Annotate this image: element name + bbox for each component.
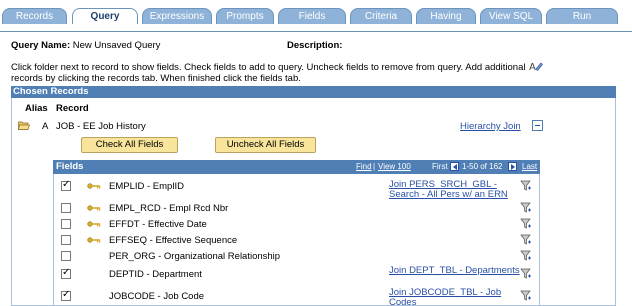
add-criteria-icon[interactable] [520, 180, 532, 192]
tab-records[interactable]: Records [2, 8, 67, 24]
key-icon [87, 205, 101, 211]
field-name: PER_ORG - Organizational Relationship [109, 251, 281, 262]
field-name: EFFDT - Effective Date [109, 219, 207, 230]
chosen-records-header: Chosen Records [11, 86, 616, 98]
table-row: JOBCODE - Job Code Join JOBCODE_TBL - Jo… [53, 288, 540, 306]
uncheck-all-fields-button[interactable]: Uncheck All Fields [215, 137, 316, 153]
record-name: JOB - EE Job History [56, 121, 146, 132]
field-name: EMPL_RCD - Empl Rcd Nbr [109, 203, 229, 214]
join-link[interactable]: Join PERS_SRCH_GBL - Search - All Pers w… [389, 180, 529, 200]
key-icon [87, 237, 101, 243]
field-name: EMPLID - EmplID [109, 181, 184, 192]
field-checkbox[interactable] [61, 267, 71, 279]
view-100-link[interactable]: View 100 [378, 160, 411, 174]
query-name-value: New Unsaved Query [72, 40, 161, 51]
key-icon [87, 183, 101, 189]
field-checkbox[interactable] [61, 289, 71, 301]
field-name: JOBCODE - Job Code [109, 291, 205, 302]
table-row: EFFDT - Effective Date [53, 216, 540, 232]
instructions-text: Click folder next to record to show fiel… [11, 62, 526, 84]
add-criteria-icon[interactable] [520, 202, 532, 214]
tab-prompts[interactable]: Prompts [216, 8, 274, 24]
previous-page-icon[interactable] [450, 162, 459, 171]
field-checkbox[interactable] [61, 251, 71, 261]
add-criteria-icon[interactable] [520, 234, 532, 246]
tab-criteria[interactable]: Criteria [350, 8, 412, 24]
field-name: DEPTID - Department [109, 269, 202, 280]
field-checkbox[interactable] [61, 219, 71, 229]
description-label: Description: [287, 40, 343, 51]
page-range: 1-50 of 162 [462, 162, 503, 171]
query-name-row: Query Name: New Unsaved Query [11, 40, 160, 51]
tab-expressions[interactable]: Expressions [142, 8, 212, 24]
find-link[interactable]: Find [356, 160, 372, 174]
join-link[interactable]: Join DEPT_TBL - Departments [389, 266, 529, 276]
tab-query[interactable]: Query [72, 8, 138, 24]
alias-column-header: Alias [25, 103, 48, 114]
check-all-fields-button[interactable]: Check All Fields [81, 137, 178, 153]
tab-view-sql[interactable]: View SQL [480, 8, 542, 24]
table-row: EFFSEQ - Effective Sequence [53, 232, 540, 248]
field-checkbox[interactable] [61, 235, 71, 245]
next-page-icon[interactable] [508, 162, 517, 171]
field-name: EFFSEQ - Effective Sequence [109, 235, 238, 246]
open-folder-icon[interactable] [18, 121, 30, 130]
tab-having[interactable]: Having [416, 8, 476, 24]
add-criteria-icon[interactable] [520, 290, 532, 302]
record-column-header: Record [56, 103, 89, 114]
tab-run[interactable]: Run [546, 8, 618, 24]
last-link[interactable]: Last [522, 160, 537, 174]
key-icon [87, 221, 101, 227]
tab-divider [0, 31, 632, 32]
record-alias: A [42, 121, 49, 132]
table-row: PER_ORG - Organizational Relationship [53, 248, 540, 264]
table-row: EMPL_RCD - Empl Rcd Nbr [53, 200, 540, 216]
query-name-label: Query Name: [11, 40, 71, 51]
table-row: DEPTID - Department Join DEPT_TBL - Depa… [53, 266, 540, 282]
add-criteria-icon[interactable] [520, 250, 532, 262]
field-checkbox[interactable] [61, 203, 71, 213]
join-link[interactable]: Join JOBCODE_TBL - Job Codes [389, 288, 529, 306]
svg-text:A: A [529, 62, 536, 72]
add-criteria-icon[interactable] [520, 268, 532, 280]
table-row: EMPLID - EmplID Join PERS_SRCH_GBL - Sea… [53, 178, 540, 200]
tab-bar: Records Query Expressions Prompts Fields… [0, 8, 632, 32]
edit-properties-icon[interactable]: A [529, 60, 543, 72]
remove-record-button[interactable] [532, 120, 543, 131]
first-label: First [432, 162, 448, 171]
field-checkbox[interactable] [61, 179, 71, 191]
tab-fields[interactable]: Fields [278, 8, 346, 24]
add-criteria-icon[interactable] [520, 218, 532, 230]
hierarchy-join-link[interactable]: Hierarchy Join [460, 121, 521, 132]
nav-separator: | [373, 162, 376, 171]
